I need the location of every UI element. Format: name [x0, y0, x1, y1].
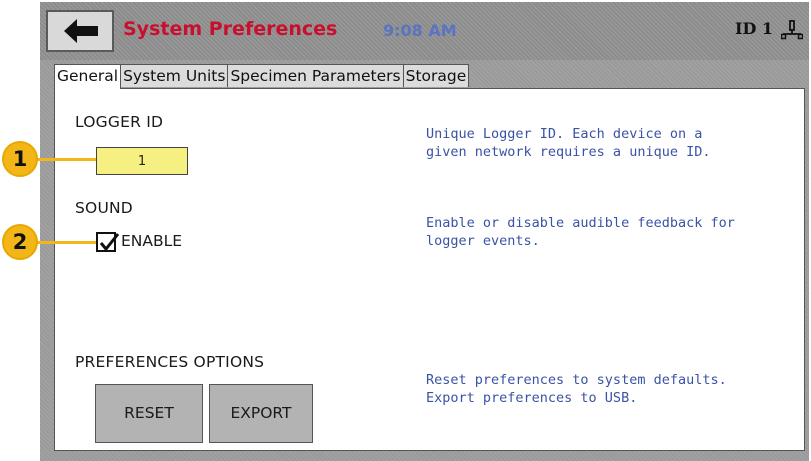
sound-label: SOUND — [75, 199, 133, 217]
tab-specimen-parameters[interactable]: Specimen Parameters — [227, 64, 404, 87]
page-title: System Preferences — [123, 18, 338, 40]
sound-enable-label[interactable]: ENABLE — [121, 232, 182, 250]
clock-time: 9:08 AM — [383, 21, 457, 40]
callout-1-badge: 1 — [2, 141, 38, 177]
device-id-label: ID 1 — [735, 19, 774, 38]
title-bar: System Preferences 9:08 AM ID 1 — [40, 2, 809, 60]
logger-id-help: Unique Logger ID. Each device on a given… — [426, 125, 796, 161]
reset-button[interactable]: RESET — [95, 384, 203, 443]
device-screen: System Preferences 9:08 AM ID 1 General … — [40, 2, 809, 461]
callout-2-line — [32, 241, 96, 244]
callout-1-line — [32, 158, 96, 161]
options-help-line1: Reset preferences to system defaults. — [426, 372, 727, 388]
callout-2-badge: 2 — [2, 224, 38, 260]
general-panel: LOGGER ID 1 Unique Logger ID. Each devic… — [54, 88, 805, 451]
export-button[interactable]: EXPORT — [209, 384, 313, 443]
sound-help-line2: logger events. — [426, 233, 540, 249]
tab-bar: General System Units Specimen Parameters… — [54, 64, 470, 89]
options-help-line2: Export preferences to USB. — [426, 390, 638, 406]
sound-help: Enable or disable audible feedback for l… — [426, 214, 796, 250]
network-icon — [781, 20, 803, 40]
back-button[interactable] — [46, 10, 114, 52]
left-arrow-icon — [64, 19, 98, 43]
preferences-options-label: PREFERENCES OPTIONS — [75, 353, 265, 371]
tab-general[interactable]: General — [54, 64, 122, 89]
logger-id-label: LOGGER ID — [75, 113, 164, 131]
logger-id-help-line1: Unique Logger ID. Each device on a — [426, 126, 703, 142]
tab-system-units[interactable]: System Units — [120, 64, 229, 87]
options-help: Reset preferences to system defaults. Ex… — [426, 371, 796, 407]
logger-id-help-line2: given network requires a unique ID. — [426, 144, 711, 160]
sound-enable-checkbox[interactable] — [96, 232, 120, 252]
tab-storage[interactable]: Storage — [402, 64, 470, 87]
checkmark-icon — [99, 233, 120, 252]
logger-id-field[interactable]: 1 — [96, 147, 188, 175]
sound-help-line1: Enable or disable audible feedback for — [426, 215, 735, 231]
